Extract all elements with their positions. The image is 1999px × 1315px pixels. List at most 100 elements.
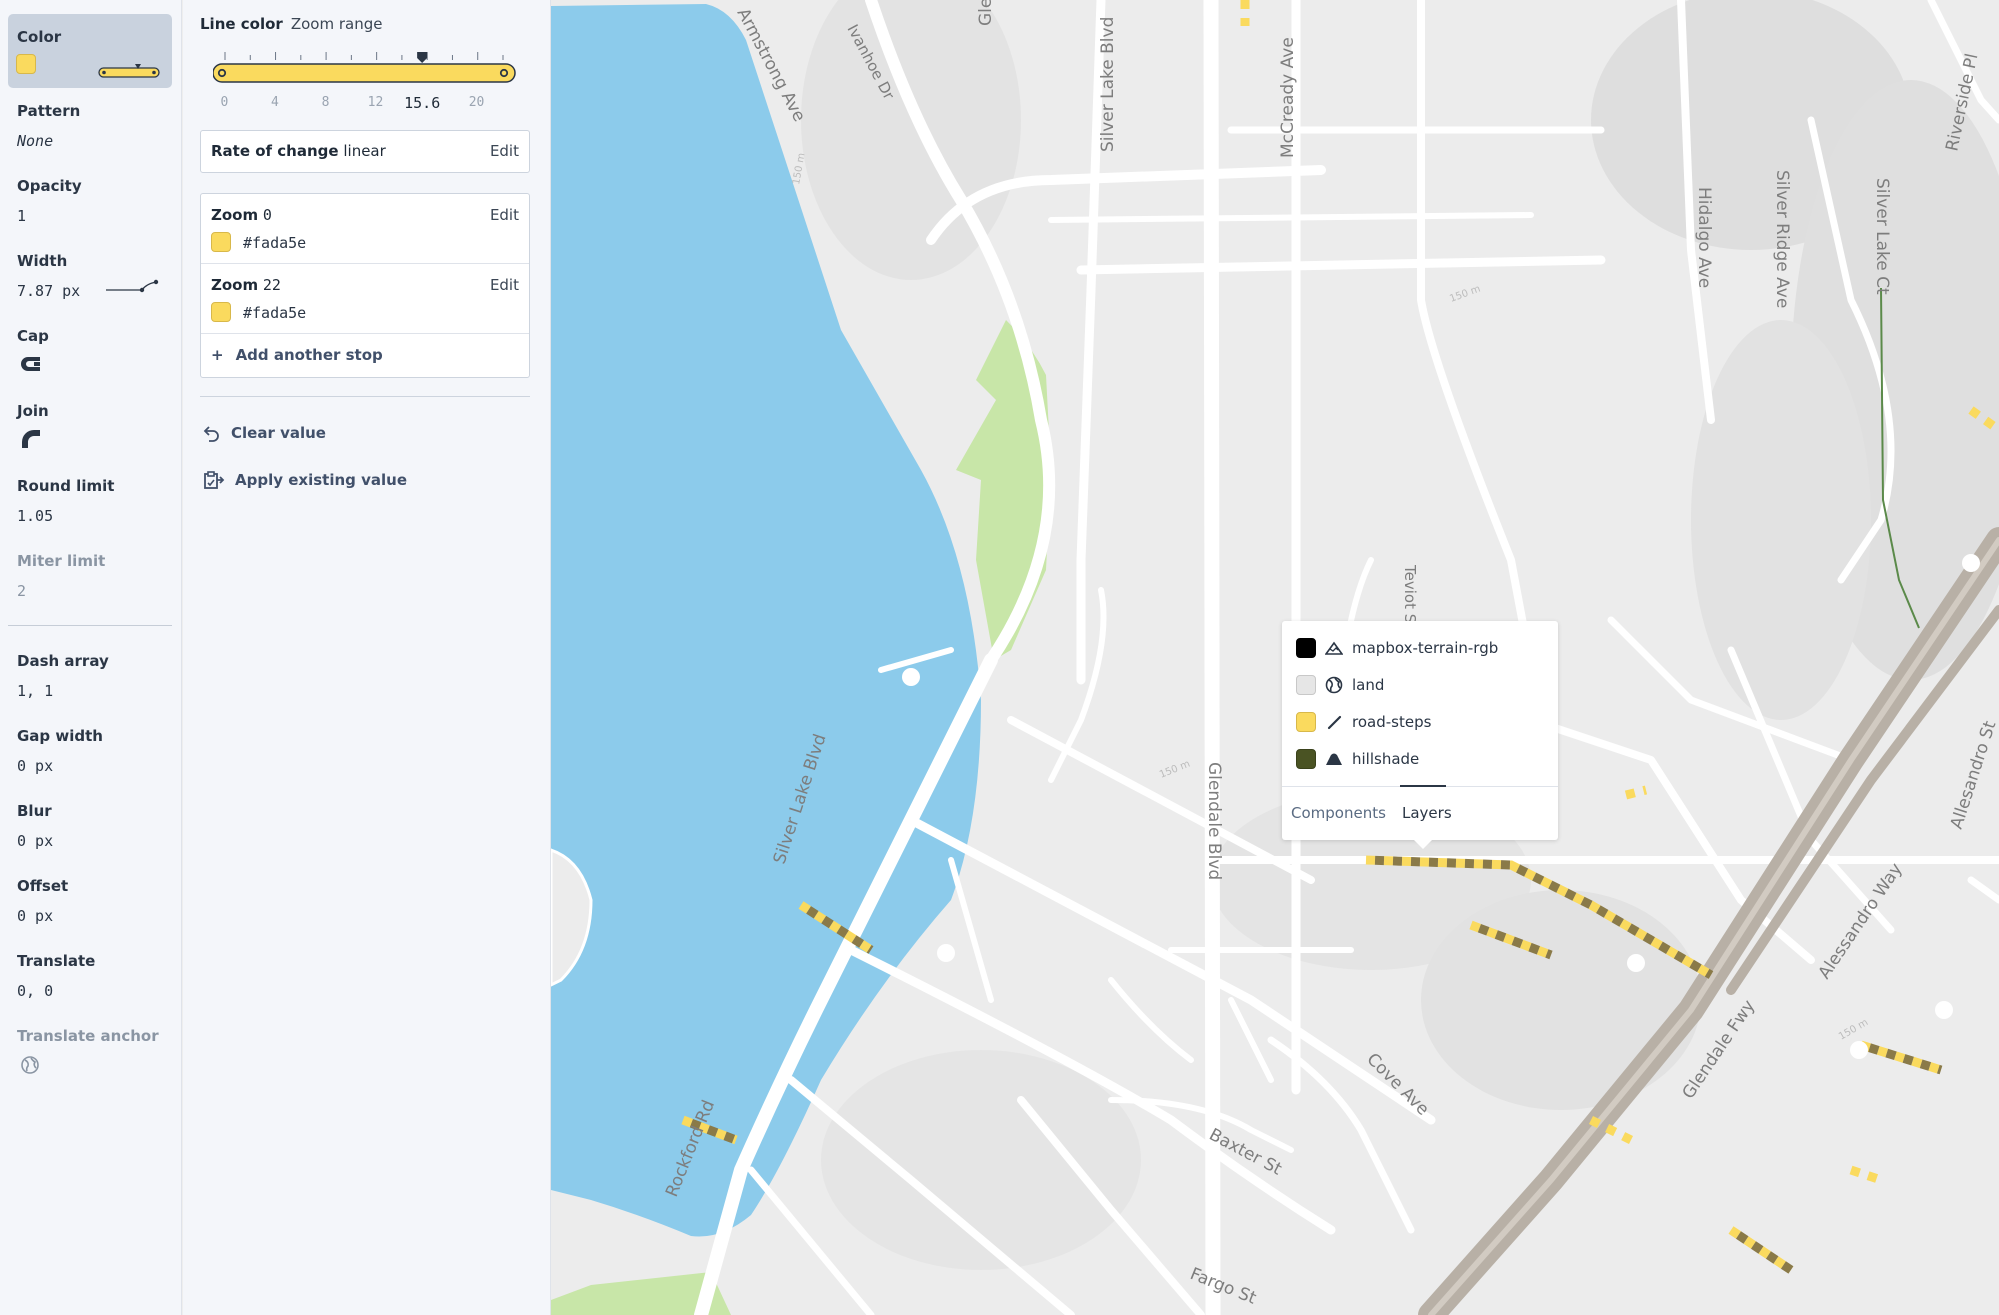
property-label: Color <box>17 28 62 46</box>
color-swatch <box>16 54 36 74</box>
property-value: 0 px <box>17 757 54 775</box>
plus-icon: + <box>211 346 224 364</box>
editor-title: Line color <box>200 15 283 33</box>
add-stop-button[interactable]: + Add another stop <box>211 334 383 376</box>
street-label-glendale-blvd: Glendale Blvd <box>1204 762 1224 880</box>
property-opacity[interactable]: Opacity 1 <box>8 163 172 237</box>
property-translate-anchor[interactable]: Translate anchor <box>8 1013 172 1087</box>
stop-zoom: 0 <box>262 206 272 224</box>
property-round-limit[interactable]: Round limit 1.05 <box>8 463 172 537</box>
stop-zoom: 22 <box>262 276 281 294</box>
property-translate[interactable]: Translate 0, 0 <box>8 938 172 1012</box>
undo-icon <box>203 426 219 442</box>
zoom-tick-label: 4 <box>271 95 279 110</box>
rate-of-change-card: Rate of change linear Edit <box>200 130 530 173</box>
selected-tab-indicator <box>1400 785 1446 787</box>
street-label-silver-ridge-ave: Silver Ridge Ave <box>1772 170 1792 308</box>
layer-row-hillshade[interactable]: hillshade <box>1296 744 1419 774</box>
line-icon <box>1324 712 1344 732</box>
layer-name: hillshade <box>1352 750 1420 768</box>
zoom-tick-label: 12 <box>367 95 384 110</box>
property-color[interactable]: Color <box>8 14 172 88</box>
rate-value: linear <box>343 142 386 160</box>
property-value: 1 <box>17 207 27 225</box>
rate-edit-button[interactable]: Edit <box>490 142 519 160</box>
property-miter-limit[interactable]: Miter limit 2 <box>8 538 172 612</box>
property-label: Translate anchor <box>17 1027 159 1045</box>
layer-row-road-steps[interactable]: road-steps <box>1296 707 1431 737</box>
slider-track[interactable] <box>212 63 516 83</box>
zoom-tick-label: 0 <box>220 95 229 110</box>
width-curve-icon <box>106 279 159 293</box>
property-label: Join <box>17 402 49 420</box>
street-label-fargo-st: Fargo St <box>1187 1264 1259 1309</box>
apply-existing-value-button[interactable]: Apply existing value <box>203 470 407 490</box>
property-blur[interactable]: Blur 0 px <box>8 788 172 862</box>
street-label-teviot-st: Teviot St <box>1401 564 1419 629</box>
layer-name: mapbox-terrain-rgb <box>1352 639 1499 657</box>
round-cap-icon <box>21 357 40 371</box>
mountain-icon <box>1324 638 1344 658</box>
property-value: 2 <box>17 582 27 600</box>
property-join[interactable]: Join <box>8 388 172 462</box>
property-value: None <box>17 132 54 150</box>
layer-row-land[interactable]: land <box>1296 670 1384 700</box>
property-value: 0 px <box>17 907 54 925</box>
tab-components[interactable]: Components <box>1291 804 1386 822</box>
street-label-hidalgo-ave: Hidalgo Ave <box>1694 187 1714 288</box>
divider <box>8 625 172 626</box>
stop-edit-button[interactable]: Edit <box>490 276 519 294</box>
editor-header: Line color Zoom range <box>200 15 382 33</box>
rate-label: Rate of change <box>211 142 339 160</box>
tab-layers[interactable]: Layers <box>1402 804 1452 822</box>
property-value: 7.87 px <box>17 282 81 300</box>
zoom-slider-track[interactable] <box>212 52 516 122</box>
property-pattern[interactable]: Pattern None <box>8 88 172 162</box>
street-label-mccready-ave: McCready Ave <box>1278 37 1298 158</box>
street-label-alessandro-way: Alessandro Way <box>1815 860 1907 983</box>
property-offset[interactable]: Offset 0 px <box>8 863 172 937</box>
current-zoom-marker[interactable] <box>417 52 428 63</box>
add-stop-row[interactable]: + Add another stop <box>201 334 529 377</box>
property-cap[interactable]: Cap <box>8 313 172 387</box>
property-label: Opacity <box>17 177 82 195</box>
property-list: Color Pattern None Opacity 1 Width 7.87 … <box>0 0 182 1315</box>
zoom-range-mini-icon <box>98 64 160 78</box>
zoom-tick-label: 8 <box>321 95 330 110</box>
stop-edit-button[interactable]: Edit <box>490 206 519 224</box>
street-label-silver-lake-ct: Silver Lake Ct <box>1872 178 1892 295</box>
stop-color-swatch[interactable] <box>211 302 231 322</box>
layer-color-swatch <box>1296 675 1316 695</box>
property-label: Pattern <box>17 102 81 120</box>
clear-value-button[interactable]: Clear value <box>203 424 326 442</box>
globe-icon <box>21 1056 39 1074</box>
layer-row-mapbox-terrain-rgb[interactable]: mapbox-terrain-rgb <box>1296 633 1498 663</box>
property-value: 1.05 <box>17 507 54 525</box>
editor-mode[interactable]: Zoom range <box>291 15 383 33</box>
zoom-range-slider[interactable]: 0 4 8 12 15.6 20 <box>212 52 516 132</box>
layer-color-swatch <box>1296 638 1316 658</box>
property-label: Translate <box>17 952 96 970</box>
zoom-stop-row: Zoom 0 Edit #fada5e <box>201 194 529 264</box>
stop-label: Zoom <box>211 276 259 294</box>
property-gap-width[interactable]: Gap width 0 px <box>8 713 172 787</box>
layer-name: road-steps <box>1352 713 1432 731</box>
street-label-allesandro-st: Allesandro St <box>1947 718 1999 831</box>
rate-of-change: Rate of change linear <box>211 142 386 160</box>
layer-name: land <box>1352 676 1385 694</box>
stop-label: Zoom <box>211 206 259 224</box>
property-dash-array[interactable]: Dash array 1, 1 <box>8 638 172 712</box>
property-label: Dash array <box>17 652 109 670</box>
contour-label: 150 m <box>791 152 807 185</box>
property-width[interactable]: Width 7.87 px <box>8 238 172 312</box>
property-label: Gap width <box>17 727 103 745</box>
property-value: 0 px <box>17 832 54 850</box>
map-svg[interactable]: Armstrong Ave Ivanhoe Dr Glendale Blvd G… <box>551 0 1999 1315</box>
stop-color-swatch[interactable] <box>211 232 231 252</box>
map-canvas[interactable]: Armstrong Ave Ivanhoe Dr Glendale Blvd G… <box>551 0 1999 1315</box>
contour-label: 150 m <box>1448 284 1482 305</box>
zoom-tick-label: 15.6 <box>404 94 441 112</box>
property-label: Offset <box>17 877 69 895</box>
zoom-stops-card: Zoom 0 Edit #fada5e Zoom 22 Edit #fada5e… <box>200 193 530 378</box>
add-stop-label: Add another stop <box>235 346 383 364</box>
